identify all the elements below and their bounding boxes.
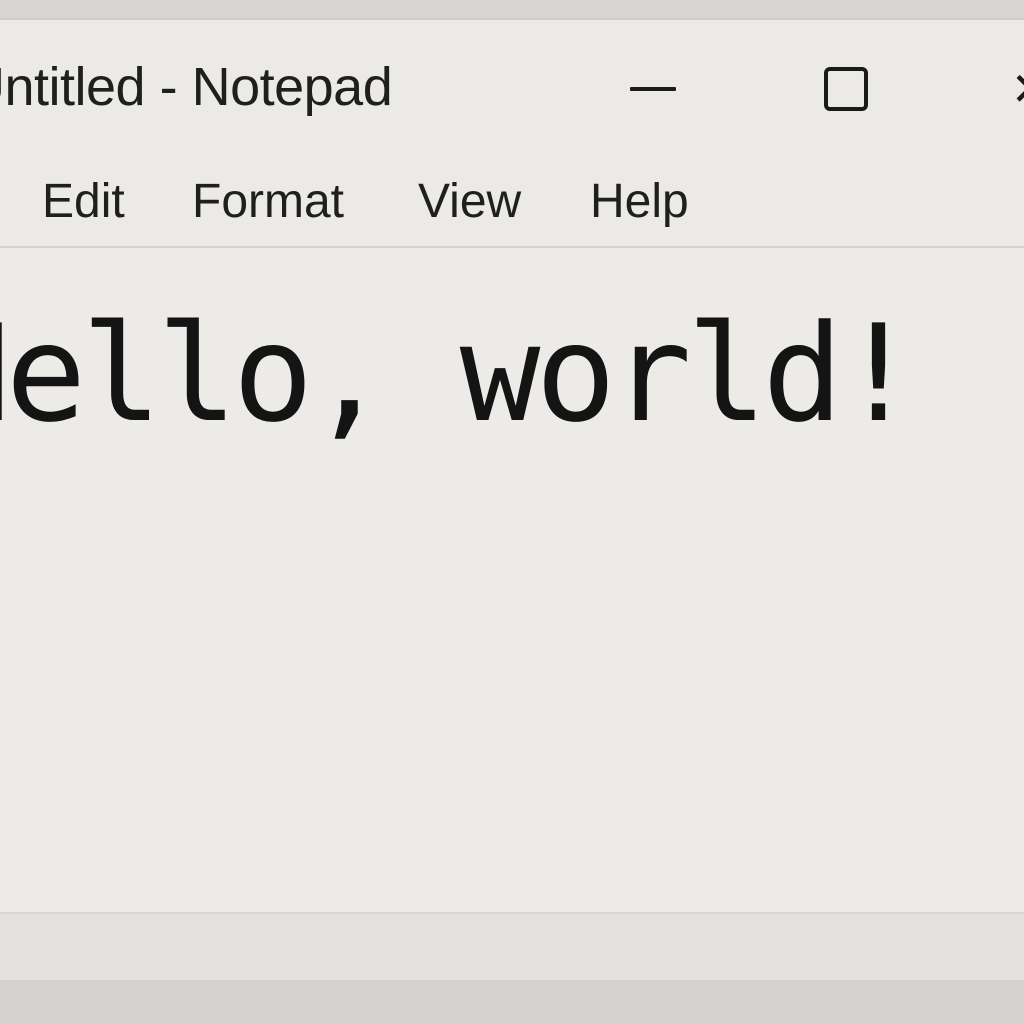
minimize-button[interactable] [610, 56, 696, 122]
menu-item-format[interactable]: Format [192, 174, 344, 229]
close-icon: ✕ [1011, 66, 1024, 112]
minimize-icon [630, 87, 676, 91]
menu-item-help[interactable]: Help [590, 174, 689, 229]
title-bar[interactable]: Untitled - Notepad ✕ [0, 20, 1024, 162]
menu-item-view[interactable]: View [418, 174, 521, 229]
close-button[interactable]: ✕ [1000, 56, 1024, 122]
editor-content[interactable]: Hello, world! [0, 296, 919, 452]
status-bar [0, 912, 1024, 982]
maximize-button[interactable] [800, 56, 892, 122]
maximize-icon [824, 67, 868, 111]
screen-bezel [0, 980, 1024, 1024]
menu-item-edit[interactable]: Edit [42, 174, 125, 229]
window-title: Untitled - Notepad [0, 57, 393, 117]
text-editor[interactable]: Hello, world! [0, 248, 1024, 912]
notepad-window: Untitled - Notepad ✕ Edit Format View He… [0, 18, 1024, 982]
menu-bar: Edit Format View Help [0, 162, 1024, 248]
screen: Untitled - Notepad ✕ Edit Format View He… [0, 0, 1024, 1024]
